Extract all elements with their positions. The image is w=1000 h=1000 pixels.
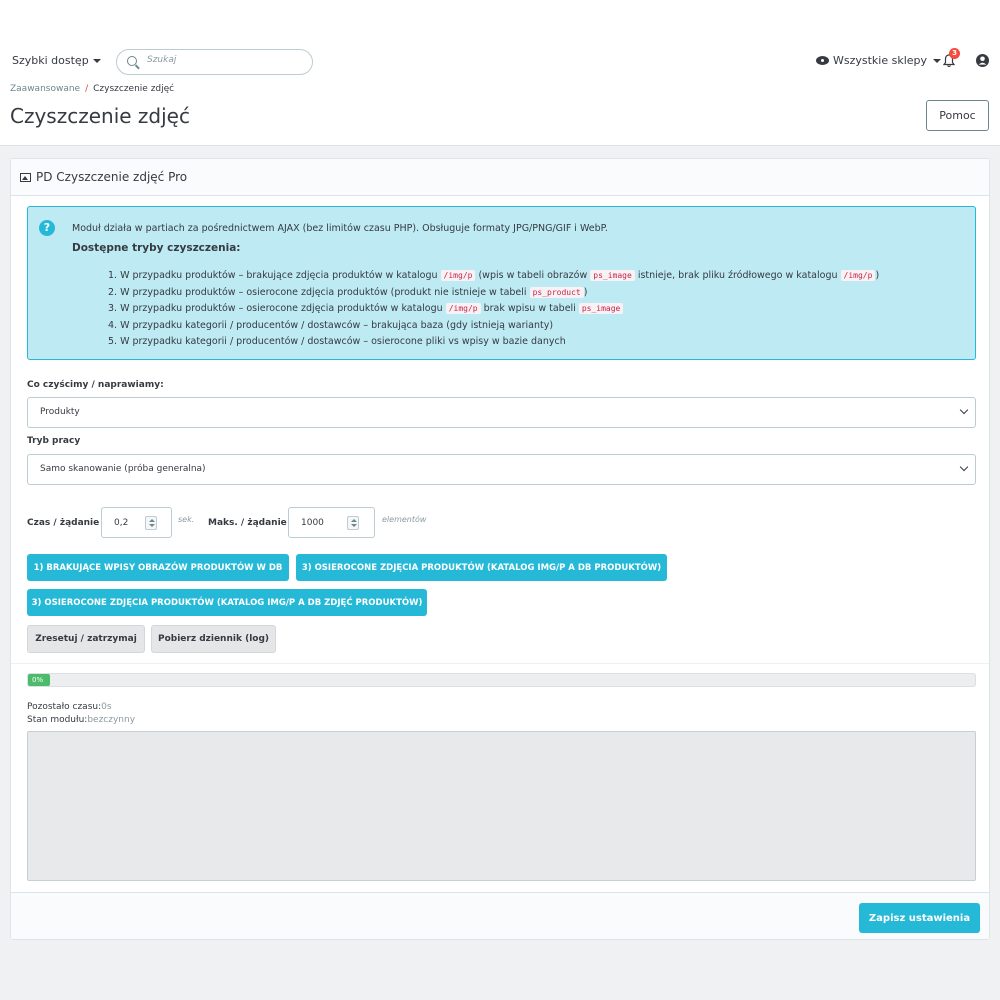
progress-bar: 0% (27, 673, 976, 687)
save-settings-button[interactable]: Zapisz ustawienia (859, 903, 980, 933)
reset-stop-button[interactable]: Zresetuj / zatrzymaj (27, 625, 145, 653)
help-button[interactable]: Pomoc (926, 100, 989, 131)
mode-select-value: Samo skanowanie (próba generalna) (40, 464, 206, 474)
module-state-value: bezczynny (87, 715, 136, 725)
search-icon (127, 56, 137, 66)
mode-item: 3. W przypadku produktów – osierocone zd… (108, 301, 879, 318)
page-title: Czyszczenie zdjęć (10, 104, 190, 128)
search-box[interactable] (116, 49, 313, 75)
module-state-status: Stan modułu:bezczynny (27, 715, 135, 725)
time-left-status: Pozostało czasu:0s (27, 702, 112, 712)
breadcrumb-parent-link[interactable]: Zaawansowane (10, 84, 80, 94)
breadcrumb: Zaawansowane / Czyszczenie zdjęć (10, 84, 174, 94)
image-icon (20, 172, 31, 182)
target-select-value: Produkty (40, 407, 80, 417)
cleanup-panel: PD Czyszczenie zdjęć Pro ? Moduł działa … (10, 158, 990, 940)
max-per-request-input[interactable]: 1000 (288, 507, 375, 538)
user-account-icon[interactable] (975, 53, 990, 68)
max-unit: elementów (382, 515, 427, 524)
module-state-label: Stan modułu: (27, 715, 88, 725)
caret-down-icon (933, 58, 942, 63)
info-intro-text: Moduł działa w partiach za pośrednictwem… (72, 223, 608, 234)
missing-db-entries-button[interactable]: 1) BRAKUJĄCE WPISY OBRAZÓW PRODUKTÓW W D… (27, 554, 289, 581)
progress-bar-fill: 0% (28, 674, 50, 686)
target-select[interactable]: Produkty (27, 397, 976, 428)
number-spinner[interactable] (145, 516, 157, 530)
notifications-count-badge: 3 (949, 48, 960, 59)
top-bar: Szybki dostęp Wszystkie sklepy 3 (0, 48, 1000, 78)
mode-item: 5. W przypadku kategorii / producentów /… (108, 336, 566, 347)
mode-label: Tryb pracy (27, 436, 81, 446)
max-per-request-value: 1000 (301, 518, 324, 528)
panel-footer: Zapisz ustawienia (11, 893, 989, 939)
section-divider (11, 663, 989, 664)
breadcrumb-separator: / (85, 84, 89, 94)
breadcrumb-current: Czyszczenie zdjęć (93, 84, 175, 94)
time-left-label: Pozostało czasu: (27, 702, 102, 712)
time-unit: sek. (178, 515, 195, 524)
shop-selector[interactable]: Wszystkie sklepy (816, 54, 942, 67)
info-heading: Dostępne tryby czyszczenia: (72, 242, 241, 254)
chevron-down-icon (959, 405, 969, 415)
quick-access-label: Szybki dostęp (12, 54, 89, 67)
mode-item: 1. W przypadku produktów – brakujące zdj… (108, 270, 880, 281)
time-per-request-value: 0,2 (114, 518, 129, 528)
info-alert: ? Moduł działa w partiach za pośrednictw… (27, 206, 976, 360)
log-output-area[interactable] (27, 731, 976, 881)
download-log-button[interactable]: Pobierz dziennik (log) (151, 625, 276, 653)
orphan-products-db-button[interactable]: 3) OSIEROCONE ZDJĘCIA PRODUKTÓW (KATALOG… (296, 554, 667, 581)
orphan-images-db-button[interactable]: 3) OSIEROCONE ZDJĘCIA PRODUKTÓW (KATALOG… (27, 589, 427, 616)
mode-item: 2. W przypadku produktów – osierocone zd… (108, 286, 588, 298)
time-per-request-label: Czas / żądanie (27, 518, 100, 528)
target-label: Co czyścimy / naprawiamy: (27, 380, 164, 390)
mode-select[interactable]: Samo skanowanie (próba generalna) (27, 454, 976, 485)
max-per-request-label: Maks. / żądanie (208, 518, 287, 528)
panel-title: PD Czyszczenie zdjęć Pro (20, 170, 187, 184)
panel-title-text: PD Czyszczenie zdjęć Pro (36, 170, 188, 184)
quick-access-dropdown[interactable]: Szybki dostęp (12, 54, 101, 67)
time-per-request-input[interactable]: 0,2 (101, 507, 172, 538)
question-circle-icon: ? (39, 220, 55, 236)
panel-header: PD Czyszczenie zdjęć Pro (11, 159, 989, 196)
shop-selector-label: Wszystkie sklepy (833, 54, 928, 67)
eye-icon (816, 56, 829, 65)
caret-down-icon (92, 59, 101, 63)
modes-list: 1. W przypadku produktów – brakujące zdj… (108, 268, 879, 351)
mode-item: 4. W przypadku kategorii / producentów /… (108, 319, 554, 331)
search-input[interactable] (147, 55, 302, 65)
time-left-value: 0s (101, 702, 112, 712)
chevron-down-icon (959, 462, 969, 472)
number-spinner[interactable] (347, 516, 359, 530)
